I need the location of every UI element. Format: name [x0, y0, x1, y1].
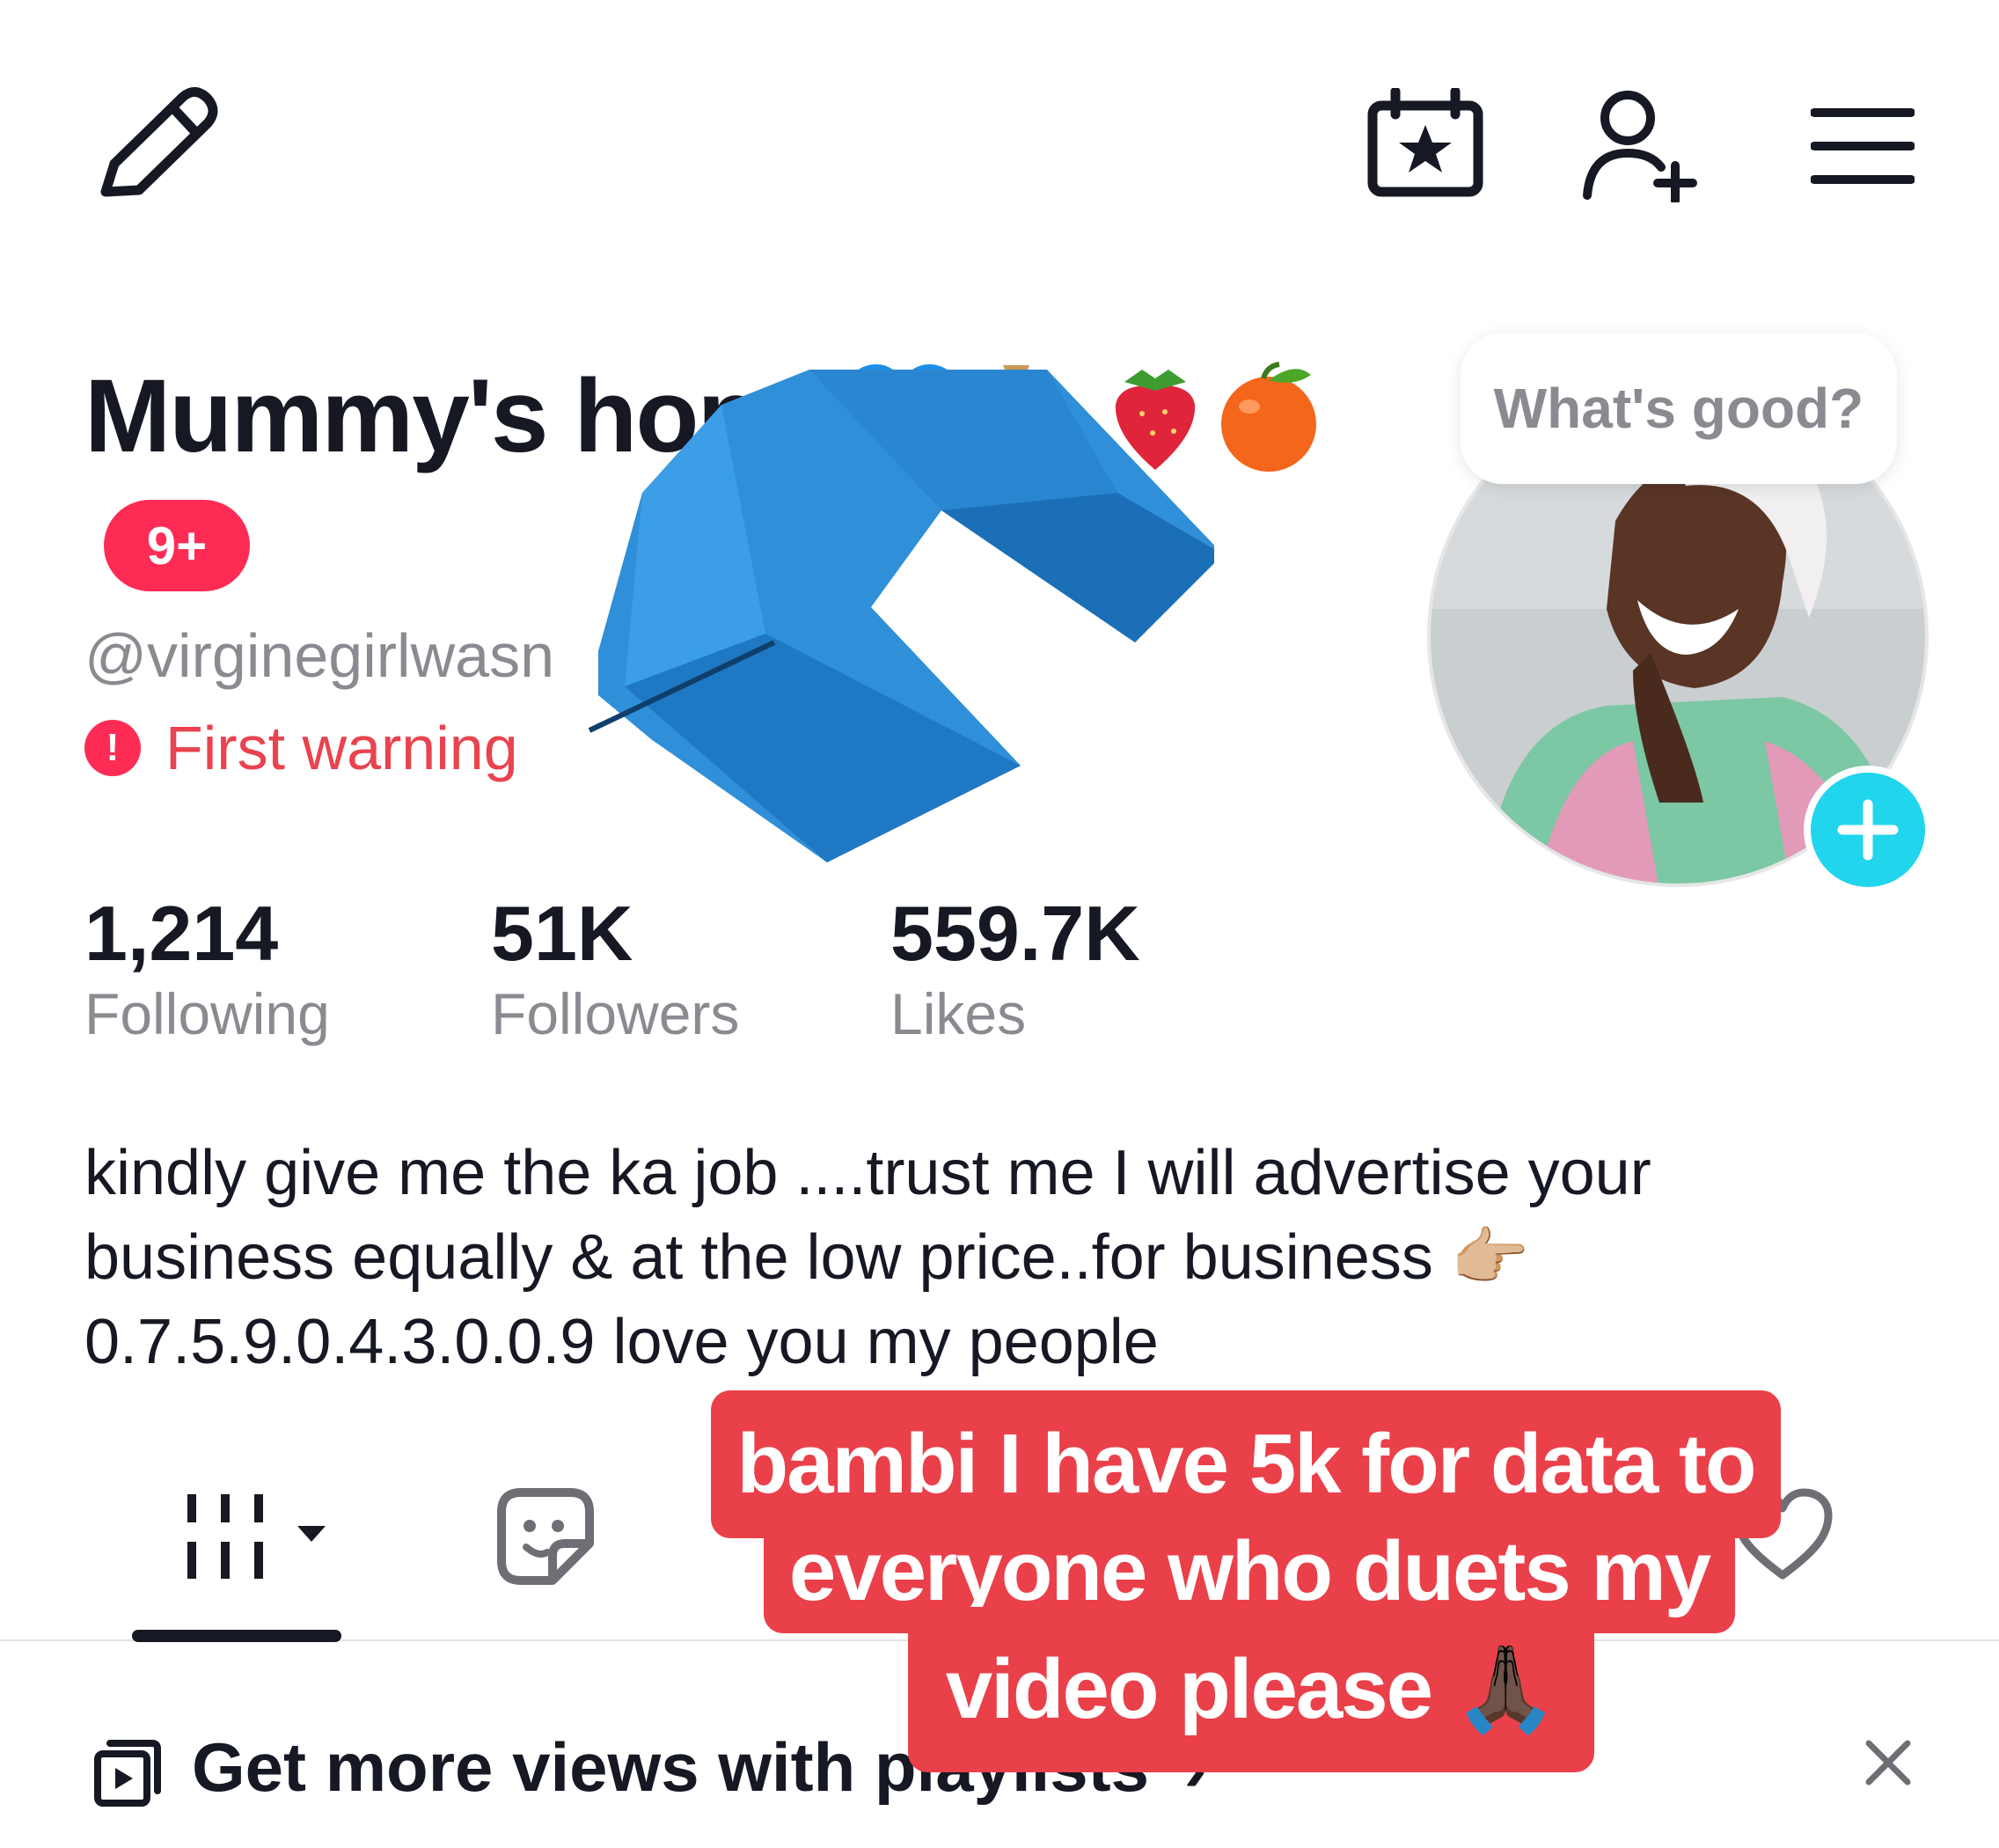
- calendar-star-icon: [1367, 88, 1483, 197]
- close-banner-button[interactable]: [1864, 1738, 1913, 1792]
- close-icon: [1865, 1740, 1911, 1786]
- warning-label: First warning: [165, 714, 518, 782]
- username-handle: @virginegirlwasn: [84, 621, 555, 690]
- stat-value: 51K: [491, 890, 633, 977]
- account-warning[interactable]: ! First warning: [84, 713, 518, 783]
- warning-icon: !: [84, 720, 141, 776]
- stat-label: Following: [84, 981, 330, 1046]
- sticker-icon: [497, 1488, 594, 1585]
- pencil-icon: [100, 87, 218, 197]
- tab-videos[interactable]: [185, 1487, 334, 1588]
- menu-button[interactable]: [1811, 106, 1915, 187]
- stat-label: Likes: [890, 981, 1027, 1046]
- avatar-status-bubble[interactable]: What's good?: [1461, 333, 1897, 484]
- bio-line: 0.7.5.9.0.4.3.0.0.9 love you my people: [84, 1307, 1159, 1377]
- bio-line: kindly give me the ka job ....trust me I…: [84, 1138, 1651, 1208]
- stat-likes[interactable]: 559.7K Likes: [890, 889, 1140, 1047]
- add-user-icon: [1583, 91, 1697, 202]
- playlist-button[interactable]: [92, 1738, 163, 1813]
- calendar-button[interactable]: [1366, 88, 1485, 199]
- bio-line: business equally & at the low price..for…: [84, 1222, 1530, 1293]
- tangerine-emoji: [1214, 361, 1323, 473]
- plus-icon: [1837, 799, 1899, 861]
- stat-value: 1,214: [84, 890, 279, 977]
- grid-icon: [187, 1494, 326, 1579]
- edit-profile-button[interactable]: [88, 86, 220, 209]
- stat-followers[interactable]: 51K Followers: [491, 889, 739, 1047]
- stat-value: 559.7K: [890, 890, 1140, 977]
- blue-arrow-sticker: [572, 352, 1223, 884]
- add-story-button[interactable]: [1804, 766, 1932, 894]
- tab-stickers[interactable]: [494, 1485, 597, 1592]
- hamburger-menu-icon: [1811, 108, 1915, 184]
- add-friend-button[interactable]: [1582, 88, 1705, 202]
- stat-following[interactable]: 1,214 Following: [84, 889, 330, 1047]
- stat-label: Followers: [491, 981, 740, 1046]
- profile-bio: kindly give me the ka job ....trust me I…: [84, 1131, 1950, 1384]
- notification-badge[interactable]: 9+: [104, 500, 250, 591]
- caption-overlay-line: video please 🙏🏿: [908, 1607, 1594, 1772]
- playlist-icon: [94, 1740, 161, 1807]
- active-tab-indicator: [132, 1630, 341, 1642]
